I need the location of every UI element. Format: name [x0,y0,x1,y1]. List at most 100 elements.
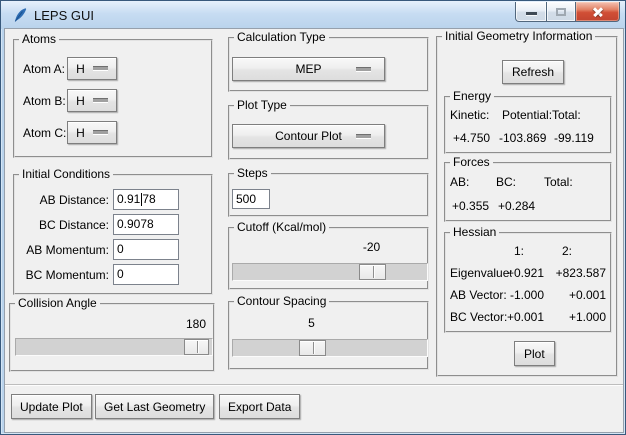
hessian-bc-vector-v1: +0.001 [506,310,544,324]
collision-angle-group: Collision Angle 180 [9,296,215,372]
footer-bar: Update Plot Get Last Geometry Export Dat… [5,384,623,432]
minimize-icon [526,12,537,15]
bc-momentum-field[interactable]: 0 [113,264,179,285]
feather-icon [14,8,27,22]
bc-momentum-label: BC Momentum: [25,268,109,282]
forces-ab-value: +0.355 [452,199,490,213]
plot-type-group: Plot Type Contour Plot [228,98,429,160]
minimize-button[interactable] [515,2,547,22]
energy-potential-value: -103.869 [499,131,547,145]
forces-legend: Forces [450,155,493,169]
atom-b-optionmenu[interactable]: H [67,89,117,112]
dash-icon [356,68,371,71]
geometry-info-group: Initial Geometry Information Refresh Ene… [436,29,618,377]
cutoff-value: -20 [362,240,381,254]
calculation-type-optionmenu[interactable]: MEP [232,57,385,81]
collision-angle-value: 180 [185,317,207,331]
close-button[interactable] [576,2,620,22]
bc-momentum-value: 0 [117,267,124,281]
hessian-col2-header: 2: [562,244,573,258]
atoms-legend: Atoms [19,32,60,46]
close-icon [576,2,619,21]
atom-b-label: Atom B: [23,94,66,108]
bc-distance-label: BC Distance: [38,218,109,232]
cutoff-slider[interactable] [232,263,428,281]
energy-group: Energy Kinetic: Potential: Total: +4.750… [444,89,612,154]
energy-total-value: -99.119 [554,131,594,145]
energy-legend: Energy [450,89,495,103]
calculation-type-group: Calculation Type MEP [228,30,429,92]
dash-icon [92,131,108,134]
hessian-eigenvalue-v2: +823.587 [555,266,606,280]
cutoff-slider-handle[interactable] [359,264,386,280]
plot-type-legend: Plot Type [234,98,290,112]
steps-legend: Steps [234,166,271,180]
client-area: Atoms Atom A: H Atom B: H Atom C: H Init… [5,29,623,432]
dash-icon [92,99,108,102]
bc-distance-field[interactable]: 0.9078 [113,214,179,235]
ab-distance-value-post: 78 [142,192,156,206]
hessian-legend: Hessian [450,225,500,239]
plot-type-value: Contour Plot [275,129,342,143]
initial-conditions-group: Initial Conditions AB Distance: 0.91 78 B… [13,167,213,295]
ab-distance-field[interactable]: 0.91 78 [113,189,179,210]
atom-a-optionmenu[interactable]: H [67,57,117,80]
refresh-button[interactable]: Refresh [502,60,565,84]
hessian-ab-vector-v1: -1.000 [509,288,544,302]
get-last-geometry-button[interactable]: Get Last Geometry [95,394,215,419]
atom-b-value: H [76,93,85,108]
calculation-type-value: MEP [295,62,322,76]
forces-bc-value: +0.284 [498,199,536,213]
forces-ab-header: AB: [450,175,470,189]
contour-spacing-slider-handle[interactable] [299,340,326,356]
cutoff-group: Cutoff (Kcal/mol) -20 [228,220,429,290]
atoms-group: Atoms Atom A: H Atom B: H Atom C: H [13,32,213,158]
atom-c-value: H [76,125,85,140]
dash-icon [356,135,371,138]
collision-angle-legend: Collision Angle [15,296,100,310]
plot-type-optionmenu[interactable]: Contour Plot [232,124,385,148]
contour-spacing-slider[interactable] [232,339,428,357]
dash-icon [92,67,108,70]
titlebar[interactable]: LEPS GUI [1,1,625,29]
maximize-button[interactable] [547,2,576,22]
energy-kinetic-header: Kinetic: [450,108,490,122]
contour-spacing-group: Contour Spacing 5 [228,294,429,370]
collision-angle-slider[interactable] [15,338,213,356]
ab-momentum-label: AB Momentum: [26,243,109,257]
hessian-bc-vector-v2: +1.000 [568,310,606,324]
atom-a-label: Atom A: [23,62,66,76]
app-window: LEPS GUI Atoms Atom A: H Atom B: H Atom … [0,0,626,435]
atom-a-value: H [76,61,85,76]
steps-group: Steps 500 [228,166,429,217]
hessian-col1-header: 1: [514,244,525,258]
atom-c-optionmenu[interactable]: H [67,121,117,144]
maximize-icon [556,8,566,16]
initial-conditions-legend: Initial Conditions [19,167,114,181]
geometry-info-legend: Initial Geometry Information [442,29,596,43]
hessian-group: Hessian 1: 2: Eigenvalue: +0.921 +823.58… [444,225,612,333]
atom-c-label: Atom C: [23,126,67,140]
steps-field[interactable]: 500 [232,189,270,209]
update-plot-button[interactable]: Update Plot [11,394,92,419]
window-title: LEPS GUI [34,8,94,23]
forces-bc-header: BC: [496,175,517,189]
ab-distance-value-pre: 0.91 [117,192,141,206]
energy-kinetic-value: +4.750 [453,131,491,145]
forces-group: Forces AB: BC: Total: +0.355 +0.284 [444,155,612,222]
ab-momentum-value: 0 [117,242,124,256]
energy-total-header: Total: [552,108,581,122]
energy-potential-header: Potential: [502,108,553,122]
export-data-button[interactable]: Export Data [219,394,301,419]
ab-momentum-field[interactable]: 0 [113,239,179,260]
bc-distance-value: 0.9078 [117,217,154,231]
calculation-type-legend: Calculation Type [234,30,329,44]
forces-total-header: Total: [544,175,573,189]
hessian-eigenvalue-v1: +0.921 [506,266,544,280]
plot-button[interactable]: Plot [514,341,555,366]
ab-distance-label: AB Distance: [39,193,109,207]
contour-spacing-value: 5 [308,316,315,330]
steps-value: 500 [236,192,257,206]
cutoff-legend: Cutoff (Kcal/mol) [234,220,330,234]
collision-angle-slider-handle[interactable] [184,339,209,355]
